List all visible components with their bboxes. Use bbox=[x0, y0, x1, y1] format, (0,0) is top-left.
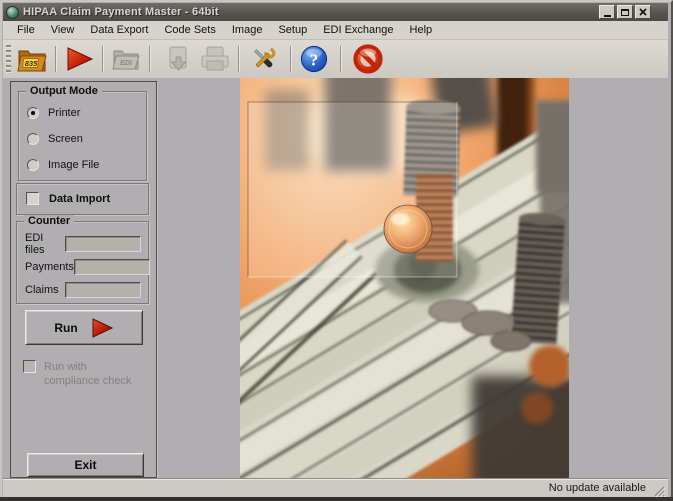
help-button[interactable]: ? bbox=[296, 42, 332, 76]
stop-button[interactable] bbox=[350, 42, 386, 76]
close-icon bbox=[639, 8, 647, 16]
data-import-checkbox[interactable] bbox=[26, 192, 39, 205]
printer-icon bbox=[199, 46, 231, 72]
payments-field bbox=[74, 259, 150, 275]
radio-image-file[interactable]: Image File bbox=[27, 158, 146, 172]
radio-printer-icon[interactable] bbox=[27, 107, 39, 119]
menu-setup[interactable]: Setup bbox=[270, 22, 315, 38]
statusbar: No update available bbox=[3, 478, 668, 497]
toolbar-gripper[interactable] bbox=[6, 45, 11, 73]
counter-title: Counter bbox=[24, 215, 74, 228]
edi-files-field bbox=[65, 236, 141, 252]
run-button[interactable]: Run bbox=[25, 310, 143, 345]
menu-help[interactable]: Help bbox=[402, 22, 441, 38]
counter-row-edi-files: EDI files bbox=[25, 236, 141, 252]
status-text: No update available bbox=[549, 482, 646, 494]
radio-screen-icon[interactable] bbox=[27, 133, 39, 145]
resize-grip[interactable] bbox=[652, 484, 665, 497]
settings-tools-button[interactable] bbox=[246, 42, 282, 76]
data-import-row[interactable]: Data Import bbox=[17, 184, 148, 205]
menu-view[interactable]: View bbox=[43, 22, 83, 38]
app-icon bbox=[6, 6, 19, 19]
print-button bbox=[197, 42, 233, 76]
control-panel: Output Mode Printer Screen Image File bbox=[10, 81, 157, 478]
help-icon: ? bbox=[299, 44, 329, 74]
svg-text:835: 835 bbox=[25, 59, 38, 68]
compliance-label: Run with compliance check bbox=[44, 360, 138, 389]
output-mode-group: Output Mode Printer Screen Image File bbox=[18, 91, 147, 181]
client-area: Output Mode Printer Screen Image File bbox=[3, 78, 668, 479]
window-bottom-frame bbox=[0, 497, 673, 501]
document-export-icon bbox=[164, 45, 194, 73]
minimize-icon bbox=[604, 15, 611, 17]
export-document-button bbox=[161, 42, 197, 76]
toolbar-separator bbox=[290, 46, 291, 72]
toolbar-separator bbox=[238, 46, 239, 72]
compliance-check-row: Run with compliance check bbox=[23, 360, 138, 389]
tools-icon bbox=[248, 44, 280, 74]
titlebar: HIPAA Claim Payment Master - 64bit bbox=[3, 3, 668, 21]
minimize-button[interactable] bbox=[599, 5, 615, 19]
exit-button[interactable]: Exit bbox=[27, 453, 144, 477]
radio-image-file-icon[interactable] bbox=[27, 159, 39, 171]
data-import-label: Data Import bbox=[49, 193, 110, 205]
toolbar: 835 EDI bbox=[3, 40, 668, 78]
toolbar-separator bbox=[55, 46, 56, 72]
edi-folder-button: EDI bbox=[108, 42, 144, 76]
window-title: HIPAA Claim Payment Master - 64bit bbox=[23, 6, 595, 18]
counter-row-claims: Claims bbox=[25, 282, 141, 298]
app-window: HIPAA Claim Payment Master - 64bit File … bbox=[0, 0, 673, 501]
run-toolbar-button[interactable] bbox=[61, 42, 97, 76]
svg-text:?: ? bbox=[310, 51, 319, 70]
menu-code-sets[interactable]: Code Sets bbox=[156, 22, 223, 38]
folder-835-icon: 835 bbox=[16, 45, 48, 73]
toolbar-separator bbox=[340, 46, 341, 72]
compliance-checkbox bbox=[23, 360, 36, 373]
maximize-icon bbox=[621, 9, 629, 16]
menu-image[interactable]: Image bbox=[224, 22, 271, 38]
output-mode-title: Output Mode bbox=[26, 85, 102, 98]
toolbar-separator bbox=[149, 46, 150, 72]
open-835-folder-button[interactable]: 835 bbox=[14, 42, 50, 76]
money-photo-image bbox=[240, 78, 569, 478]
menu-file[interactable]: File bbox=[9, 22, 43, 38]
money-photo bbox=[240, 78, 569, 478]
stop-icon bbox=[353, 44, 383, 74]
counter-group: Counter EDI files Payments Claims bbox=[16, 221, 149, 304]
menu-edi-exchange[interactable]: EDI Exchange bbox=[315, 22, 401, 38]
radio-screen[interactable]: Screen bbox=[27, 132, 146, 146]
radio-printer[interactable]: Printer bbox=[27, 106, 146, 120]
maximize-button[interactable] bbox=[617, 5, 633, 19]
svg-text:EDI: EDI bbox=[120, 60, 133, 67]
counter-row-payments: Payments bbox=[25, 259, 141, 275]
toolbar-separator bbox=[102, 46, 103, 72]
run-play-icon bbox=[90, 318, 114, 338]
menu-data-export[interactable]: Data Export bbox=[82, 22, 156, 38]
menubar: File View Data Export Code Sets Image Se… bbox=[3, 21, 668, 40]
play-icon bbox=[63, 46, 95, 72]
window-controls bbox=[599, 5, 665, 19]
claims-field bbox=[65, 282, 141, 298]
close-button[interactable] bbox=[635, 5, 651, 19]
folder-edi-icon: EDI bbox=[111, 46, 141, 72]
data-import-group: Data Import bbox=[16, 183, 149, 215]
